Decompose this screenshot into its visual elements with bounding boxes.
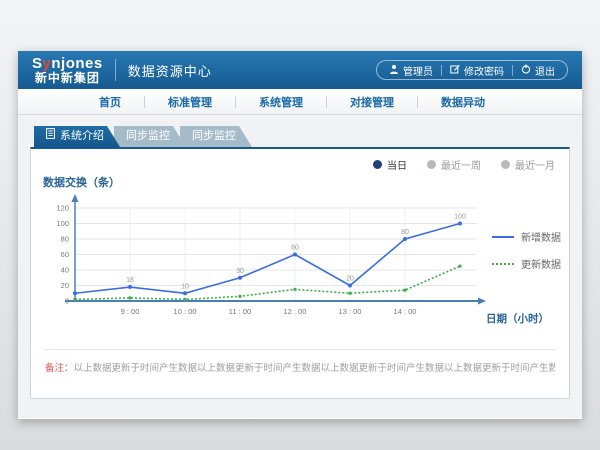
page-title: 数据资源中心 bbox=[128, 61, 212, 80]
footnote-prefix: 备注： bbox=[45, 363, 74, 374]
power-icon bbox=[521, 64, 531, 77]
svg-text:10 : 00: 10 : 00 bbox=[174, 307, 197, 316]
logo-subtitle: 新中新集团 bbox=[32, 72, 103, 85]
time-range-filter: 当日 最近一周 最近一月 bbox=[373, 157, 555, 172]
svg-text:20: 20 bbox=[346, 276, 354, 283]
svg-text:11 : 00: 11 : 00 bbox=[229, 307, 251, 316]
filter-label: 最近一月 bbox=[515, 157, 555, 172]
svg-text:120: 120 bbox=[56, 204, 69, 213]
nav-item-home[interactable]: 首页 bbox=[76, 94, 144, 110]
current-user-button[interactable]: 管理员 bbox=[381, 63, 441, 78]
user-icon bbox=[389, 64, 399, 77]
dotted-line-icon bbox=[492, 263, 514, 265]
footnote-text: 以上数据更新于时间产生数据以上数据更新于时间产生数据以上数据更新于时间产生数据以… bbox=[74, 363, 555, 374]
radio-dot-icon bbox=[373, 160, 382, 169]
line-chart: 0204060801001209 : 0010 : 0011 : 0012 : … bbox=[41, 189, 493, 321]
svg-text:30: 30 bbox=[236, 268, 244, 275]
logout-label: 退出 bbox=[535, 63, 555, 78]
main-nav: 首页 标准管理 系统管理 对接管理 数据异动 bbox=[18, 89, 582, 115]
filter-label: 当日 bbox=[387, 157, 407, 172]
change-password-label: 修改密码 bbox=[464, 63, 504, 78]
chart-container: 0204060801001209 : 0010 : 0011 : 0012 : … bbox=[41, 189, 493, 326]
svg-text:20: 20 bbox=[61, 281, 69, 290]
legend-item-new-data: 新增数据 bbox=[492, 229, 561, 244]
tab-sync-monitor-2[interactable]: 同步监控 bbox=[180, 126, 252, 147]
y-axis-title: 数据交换（条） bbox=[43, 174, 120, 190]
tab-label: 系统介绍 bbox=[60, 126, 104, 147]
filter-last-week[interactable]: 最近一周 bbox=[427, 157, 481, 172]
tab-label: 同步监控 bbox=[126, 126, 170, 147]
tab-sync-monitor-1[interactable]: 同步监控 bbox=[114, 126, 186, 147]
svg-text:13 : 00: 13 : 00 bbox=[339, 307, 362, 316]
svg-text:12 : 00: 12 : 00 bbox=[284, 307, 307, 316]
tab-system-intro[interactable]: 系统介绍 bbox=[34, 126, 120, 147]
svg-text:100: 100 bbox=[56, 219, 69, 228]
tab-label: 同步监控 bbox=[192, 126, 236, 147]
filter-today[interactable]: 当日 bbox=[373, 157, 407, 172]
content-area: 系统介绍 同步监控 同步监控 当日 最近一周 bbox=[18, 115, 582, 418]
app-header: Synjones 新中新集团 数据资源中心 管理员 修改密码 bbox=[18, 51, 582, 89]
filter-label: 最近一周 bbox=[441, 157, 481, 172]
edit-icon bbox=[450, 64, 460, 77]
company-logo: Synjones 新中新集团 bbox=[32, 56, 103, 84]
user-menu: 管理员 修改密码 退出 bbox=[376, 60, 568, 80]
legend-label: 新增数据 bbox=[521, 229, 561, 244]
x-axis-title: 日期（小时） bbox=[486, 311, 549, 326]
chart-panel: 当日 最近一周 最近一月 数据交换（条） 0204060801001209 : … bbox=[30, 147, 570, 399]
svg-text:60: 60 bbox=[61, 250, 69, 259]
svg-text:10: 10 bbox=[181, 283, 189, 290]
user-label: 管理员 bbox=[403, 63, 433, 78]
nav-item-data-change[interactable]: 数据异动 bbox=[418, 94, 508, 110]
radio-dot-icon bbox=[501, 160, 510, 169]
solid-line-icon bbox=[492, 236, 514, 238]
doc-icon bbox=[46, 126, 55, 147]
nav-item-interface-mgmt[interactable]: 对接管理 bbox=[327, 94, 417, 110]
filter-last-month[interactable]: 最近一月 bbox=[501, 157, 555, 172]
logout-button[interactable]: 退出 bbox=[513, 63, 563, 78]
legend-label: 更新数据 bbox=[521, 256, 561, 271]
svg-text:80: 80 bbox=[61, 235, 69, 244]
svg-text:14 : 00: 14 : 00 bbox=[394, 307, 417, 316]
svg-text:40: 40 bbox=[61, 266, 69, 275]
nav-item-system-mgmt[interactable]: 系统管理 bbox=[236, 94, 326, 110]
legend-item-updated-data: 更新数据 bbox=[492, 256, 561, 271]
app-window: Synjones 新中新集团 数据资源中心 管理员 修改密码 bbox=[18, 51, 582, 419]
nav-item-standard-mgmt[interactable]: 标准管理 bbox=[145, 94, 235, 110]
svg-text:100: 100 bbox=[454, 214, 466, 221]
desktop-background: Synjones 新中新集团 数据资源中心 管理员 修改密码 bbox=[0, 0, 600, 450]
tab-bar: 系统介绍 同步监控 同步监控 bbox=[34, 126, 570, 147]
svg-text:60: 60 bbox=[291, 245, 299, 252]
svg-text:18: 18 bbox=[126, 277, 134, 284]
svg-text:80: 80 bbox=[401, 229, 409, 236]
svg-text:9 : 00: 9 : 00 bbox=[121, 307, 140, 316]
footnote: 备注：以上数据更新于时间产生数据以上数据更新于时间产生数据以上数据更新于时间产生… bbox=[45, 349, 555, 374]
logo-wordmark: Synjones bbox=[32, 56, 103, 72]
radio-dot-icon bbox=[427, 160, 436, 169]
chart-legend: 新增数据 更新数据 bbox=[492, 229, 561, 283]
change-password-button[interactable]: 修改密码 bbox=[442, 63, 512, 78]
header-divider bbox=[115, 59, 116, 81]
